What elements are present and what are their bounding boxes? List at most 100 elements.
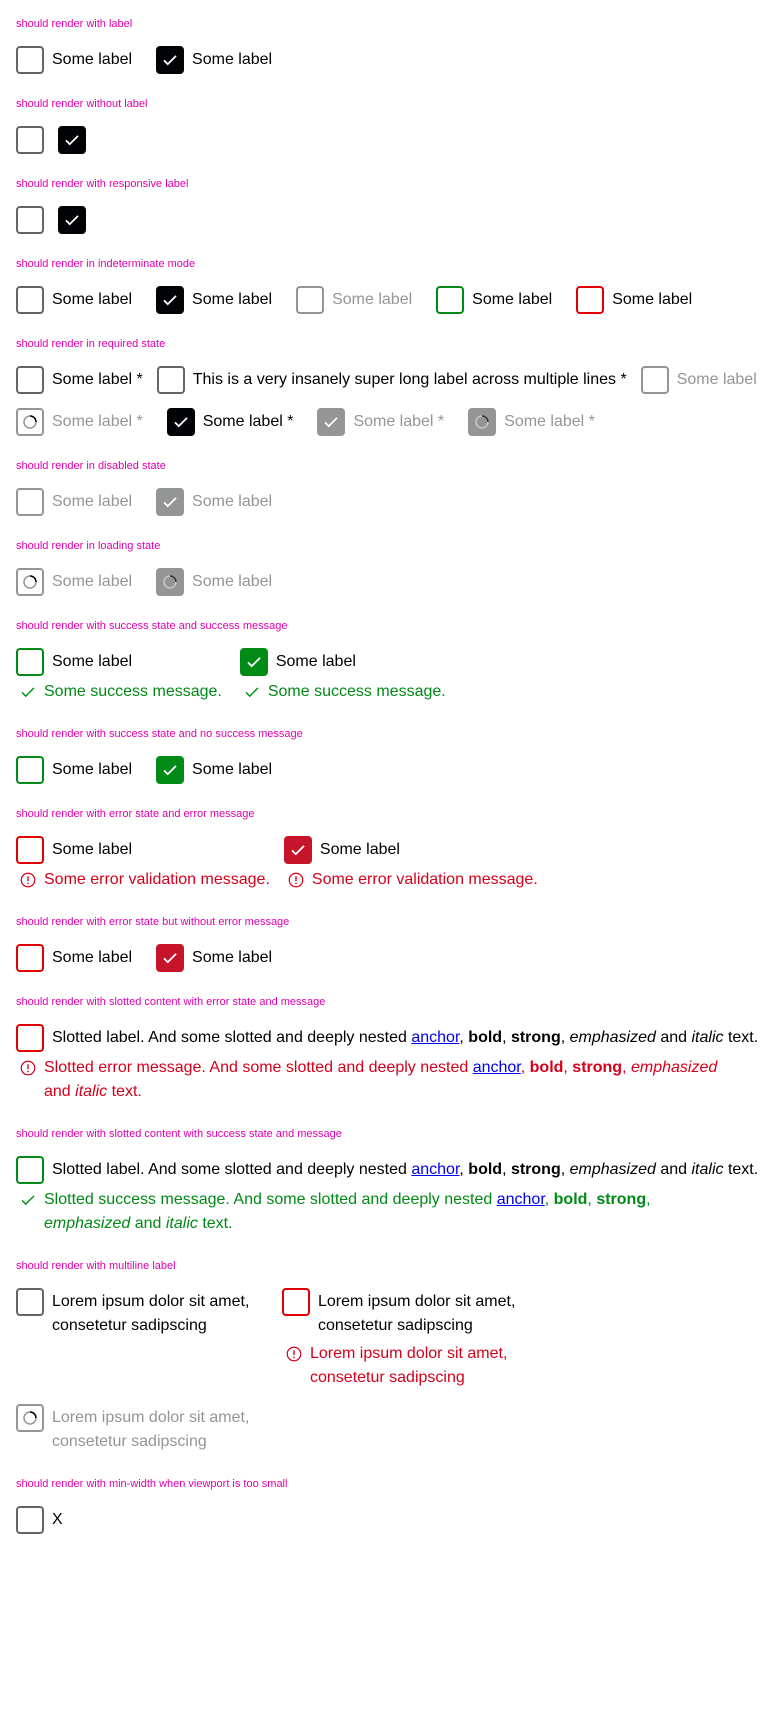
- checkbox-success[interactable]: Some label: [436, 286, 552, 314]
- checkbox-label[interactable]: Some label *: [44, 366, 143, 392]
- exclamation-icon: [286, 868, 306, 892]
- checkbox-required-loading-checked: Some label *: [468, 408, 595, 436]
- checkbox[interactable]: [16, 126, 44, 154]
- checkbox-label: Lorem ipsum dolor sit amet, consetetur s…: [52, 1409, 250, 1450]
- checkbox-min-width[interactable]: X: [16, 1506, 63, 1534]
- section-error-message: should render with error state and error…: [16, 806, 746, 892]
- checkbox-checked[interactable]: [58, 206, 86, 234]
- checkbox-box[interactable]: [16, 756, 44, 784]
- anchor-link[interactable]: anchor: [473, 1059, 521, 1076]
- checkbox-required-long[interactable]: This is a very insanely super long label…: [156, 366, 627, 394]
- checkbox-error-checked[interactable]: Some label: [156, 944, 272, 972]
- checkbox-box[interactable]: [239, 648, 268, 676]
- checkbox-box[interactable]: [283, 836, 312, 864]
- checkbox-error-checked[interactable]: Some label Some error validation message…: [283, 836, 538, 892]
- checkbox-required-disabled-checked: Some label *: [317, 408, 444, 436]
- checkbox-success[interactable]: Some label Some success message.: [16, 648, 222, 704]
- checkmark-icon: [163, 953, 177, 964]
- checkbox-required-checked[interactable]: Some label *: [166, 408, 294, 436]
- checkbox-box[interactable]: [16, 836, 44, 864]
- checkbox-label[interactable]: Lorem ipsum dolor sit amet, consetetur s…: [44, 1288, 264, 1338]
- checkbox-box[interactable]: [156, 944, 185, 972]
- checkbox-label[interactable]: Some label: [44, 648, 132, 674]
- checkbox-box: [156, 568, 185, 596]
- checkbox-box[interactable]: [16, 944, 44, 972]
- checkbox-error[interactable]: Some label Some error validation message…: [16, 836, 270, 892]
- checkbox-label[interactable]: Some label: [268, 648, 356, 674]
- checkbox-box[interactable]: [16, 1506, 44, 1534]
- checkbox-error[interactable]: Some label: [16, 944, 132, 972]
- checkbox-error[interactable]: Some label: [576, 286, 692, 314]
- checkbox-label[interactable]: Lorem ipsum dolor sit amet, consetetur s…: [310, 1288, 530, 1338]
- checkbox-label[interactable]: Some label: [184, 286, 272, 312]
- checkbox-box[interactable]: [16, 126, 44, 154]
- checkbox-box[interactable]: [16, 1288, 44, 1316]
- checkbox-label[interactable]: Some label: [184, 46, 272, 72]
- checkbox-box[interactable]: [58, 126, 86, 154]
- checkbox-checked[interactable]: [58, 126, 86, 154]
- checkbox-box[interactable]: [16, 1024, 44, 1052]
- checkbox-checked[interactable]: Some label: [156, 286, 272, 314]
- checkbox-success-checked[interactable]: Some label: [156, 756, 272, 784]
- success-message: Some success message.: [240, 680, 446, 704]
- checkbox-label[interactable]: Some label: [464, 286, 552, 312]
- checkbox-required-disabled: Some label *: [640, 366, 760, 394]
- checkbox-box[interactable]: [166, 408, 195, 436]
- checkbox-box[interactable]: [156, 366, 185, 394]
- section-slotted-error: should render with slotted content with …: [16, 994, 758, 1104]
- checkbox[interactable]: Some label: [16, 286, 132, 314]
- checkbox-label[interactable]: Some label: [44, 286, 132, 312]
- checkbox-success-checked[interactable]: Some label Some success message.: [239, 648, 446, 704]
- checkbox-box[interactable]: [16, 366, 44, 394]
- checkbox-multiline-error[interactable]: Lorem ipsum dolor sit amet, consetetur s…: [282, 1288, 530, 1390]
- checkbox-box[interactable]: [16, 206, 44, 234]
- checkbox-label[interactable]: Some label: [604, 286, 692, 312]
- checkmark-icon: [163, 295, 177, 306]
- checkbox-box[interactable]: [156, 286, 185, 314]
- checkbox-label[interactable]: Slotted label. And some slotted and deep…: [44, 1024, 758, 1050]
- checkbox-label[interactable]: Slotted label. And some slotted and deep…: [44, 1156, 758, 1182]
- checkbox-box[interactable]: [58, 206, 86, 234]
- checkbox-box: [296, 286, 325, 314]
- checkbox-box[interactable]: [156, 46, 185, 74]
- checkbox-box[interactable]: [16, 286, 44, 314]
- checkbox-success[interactable]: Some label: [16, 756, 132, 784]
- checkbox-label: Some label *: [52, 413, 143, 430]
- checkbox-box[interactable]: [282, 1288, 310, 1316]
- checkbox-label[interactable]: Some label: [184, 944, 272, 970]
- checkbox-box: [640, 366, 669, 394]
- checkbox-label[interactable]: Some label: [312, 836, 400, 862]
- checkbox-box[interactable]: [16, 648, 44, 676]
- checkbox[interactable]: Some label: [16, 46, 132, 74]
- checkbox[interactable]: [16, 206, 44, 234]
- checkbox-slotted-error[interactable]: Slotted label. And some slotted and deep…: [16, 1024, 758, 1104]
- checkbox-label[interactable]: Some label: [44, 944, 132, 970]
- section-loading: should render in loading state Some labe…: [16, 538, 746, 596]
- checkbox-label[interactable]: X: [44, 1506, 63, 1532]
- anchor-link[interactable]: anchor: [411, 1161, 459, 1178]
- checkbox-box[interactable]: [156, 756, 185, 784]
- anchor-link[interactable]: anchor: [411, 1029, 459, 1046]
- section-title: should render in required state: [16, 338, 166, 350]
- anchor-link[interactable]: anchor: [497, 1191, 545, 1208]
- checkbox-label[interactable]: This is a very insanely super long label…: [185, 366, 627, 392]
- checkbox-label[interactable]: Some label: [44, 836, 132, 862]
- checkbox-box[interactable]: [16, 46, 44, 74]
- checkbox-label[interactable]: Some label: [44, 46, 132, 72]
- section-error-no-message: should render with error state but witho…: [16, 914, 746, 972]
- section-title: should render in indeterminate mode: [16, 258, 196, 270]
- section-slotted-success: should render with slotted content with …: [16, 1126, 758, 1236]
- checkbox-checked[interactable]: Some label: [156, 46, 272, 74]
- checkbox-box[interactable]: [436, 286, 465, 314]
- checkbox-label[interactable]: Some label *: [195, 408, 294, 434]
- checkbox-label: Some label: [52, 493, 133, 510]
- checkbox-slotted-success[interactable]: Slotted label. And some slotted and deep…: [16, 1156, 758, 1236]
- section-indeterminate: should render in indeterminate mode Some…: [16, 256, 746, 314]
- checkbox-required[interactable]: Some label *: [16, 366, 143, 394]
- checkbox-label[interactable]: Some label: [184, 756, 272, 782]
- checkbox-box[interactable]: [16, 1156, 44, 1184]
- checkbox-multiline[interactable]: Lorem ipsum dolor sit amet, consetetur s…: [16, 1288, 264, 1338]
- checkbox-box[interactable]: [576, 286, 605, 314]
- message-text: Some error validation message.: [44, 871, 270, 888]
- checkbox-label[interactable]: Some label: [44, 756, 132, 782]
